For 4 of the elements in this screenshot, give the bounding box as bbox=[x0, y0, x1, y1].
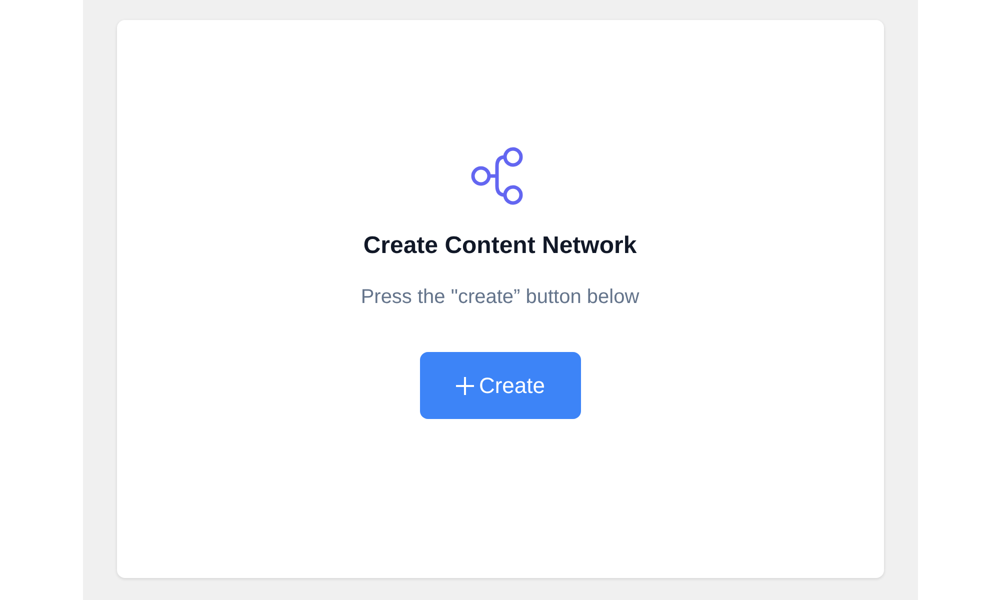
empty-state-subtitle: Press the "create” button below bbox=[360, 285, 640, 310]
plus-icon bbox=[454, 376, 475, 396]
create-button[interactable]: Create bbox=[420, 352, 580, 419]
empty-state-title: Create Content Network bbox=[363, 231, 637, 261]
